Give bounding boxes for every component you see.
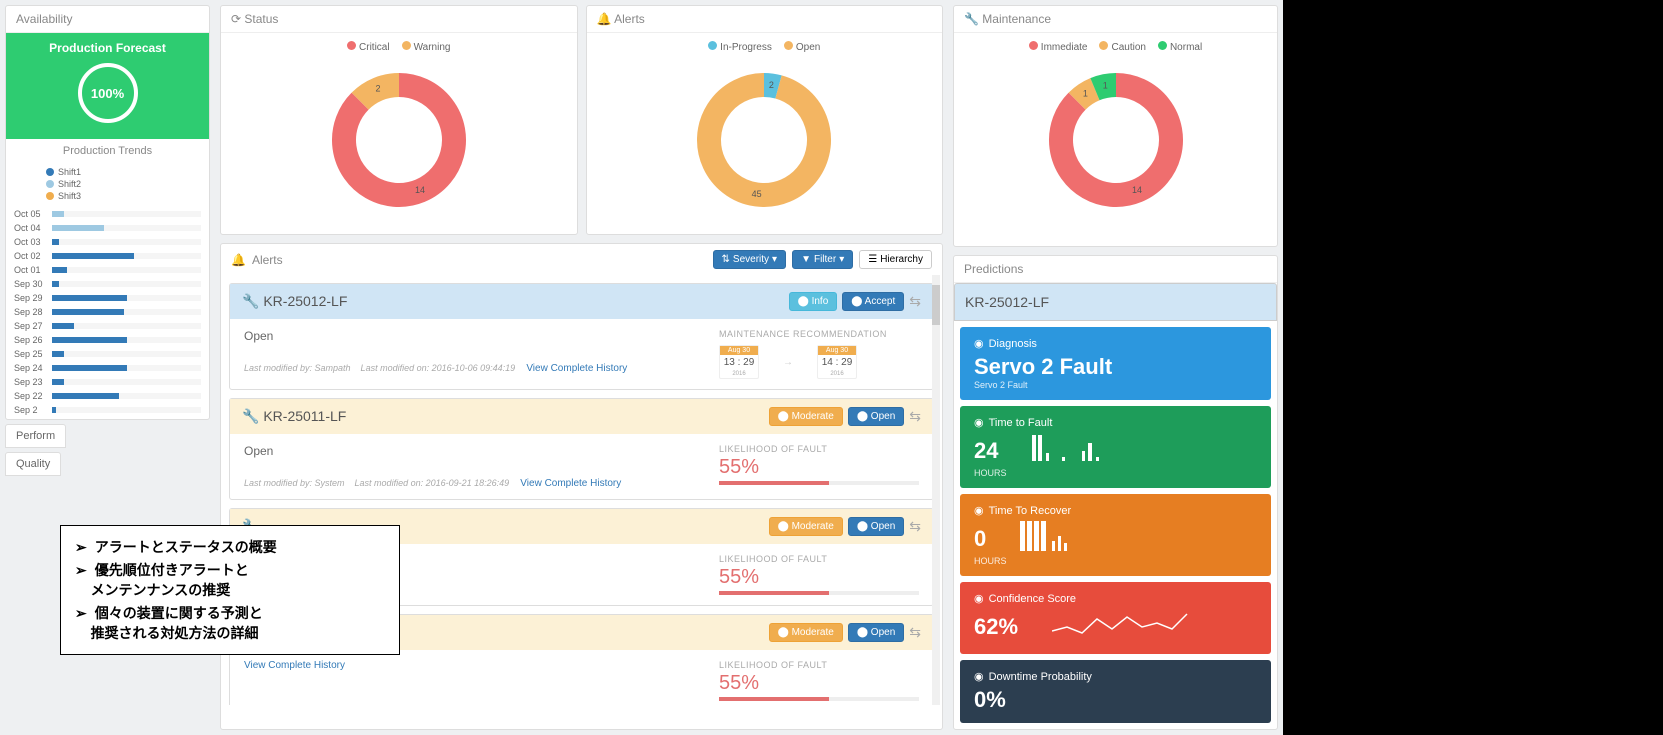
status-panel: ⟳ Status CriticalWarning 14 2: [220, 5, 578, 235]
trend-row: Sep 23: [14, 375, 201, 389]
badge-moderate[interactable]: ⬤ Moderate: [769, 623, 843, 642]
svg-text:14: 14: [1132, 185, 1142, 195]
alert-card: 🔧 KR-25011-LF ⬤ Moderate⬤ Open⇆ OpenLast…: [229, 398, 934, 500]
forecast-ring: 100%: [78, 63, 138, 123]
prediction-card-confidence-score: ◉ Confidence Score 62%: [960, 582, 1271, 654]
production-forecast-card: Production Forecast 100%: [6, 33, 209, 139]
wrench-icon: 🔧: [242, 408, 259, 424]
hierarchy-button[interactable]: ☰ Hierarchy: [859, 250, 932, 269]
trend-row: Sep 26: [14, 333, 201, 347]
wrench-icon: 🔧: [242, 293, 259, 309]
prediction-card-downtime-probability: ◉ Downtime Probability 0%: [960, 660, 1271, 723]
badge-accept[interactable]: ⬤ Accept: [842, 292, 904, 311]
trend-row: Oct 05: [14, 207, 201, 221]
predictions-asset: KR-25012-LF: [954, 283, 1277, 321]
donut-chart: 14 2: [221, 61, 577, 219]
predictions-title: Predictions: [954, 256, 1277, 283]
svg-text:2: 2: [769, 80, 774, 90]
donut-chart: 14 1 1: [954, 61, 1277, 219]
trend-row: Sep 22: [14, 389, 201, 403]
trends-title: Production Trends: [6, 139, 209, 163]
badge-open[interactable]: ⬤ Open: [848, 407, 904, 426]
badge-moderate[interactable]: ⬤ Moderate: [769, 407, 843, 426]
card-icon: ◉: [974, 337, 984, 350]
quality-tab[interactable]: Quality: [5, 452, 61, 476]
time-card: Aug 3013 : 292016: [719, 345, 759, 379]
donut-legend: In-ProgressOpen: [587, 33, 943, 61]
svg-text:14: 14: [415, 185, 425, 195]
history-link[interactable]: View Complete History: [244, 660, 345, 671]
maintenance-title: 🔧 Maintenance: [954, 6, 1277, 33]
alerts-panel: 🔔 Alerts In-ProgressOpen 2 45: [586, 5, 944, 235]
badge-moderate[interactable]: ⬤ Moderate: [769, 517, 843, 536]
trend-row: Sep 2: [14, 403, 201, 417]
alert-card: 🔧 KR-25012-LF ⬤ Info⬤ Accept⇆ OpenLast m…: [229, 283, 934, 390]
svg-text:45: 45: [752, 189, 762, 199]
alerts-title: 🔔 Alerts: [587, 6, 943, 33]
badge-info[interactable]: ⬤ Info: [789, 292, 838, 311]
svg-text:1: 1: [1102, 80, 1107, 90]
trend-row: Oct 04: [14, 221, 201, 235]
trends-legend: Shift1 Shift2 Shift3: [6, 163, 209, 205]
performance-tab[interactable]: Perform: [5, 424, 66, 448]
trend-row: Oct 03: [14, 235, 201, 249]
trends-rows: Oct 05Oct 04Oct 03Oct 02Oct 01Sep 30Sep …: [6, 205, 209, 419]
status-title: ⟳ Status: [221, 6, 577, 33]
share-icon[interactable]: ⇆: [909, 518, 921, 535]
black-area: [1283, 0, 1663, 735]
card-icon: ◉: [974, 592, 984, 605]
card-icon: ◉: [974, 416, 984, 429]
time-card: Aug 3014 : 292016: [817, 345, 857, 379]
donut-legend: CriticalWarning: [221, 33, 577, 61]
badge-open[interactable]: ⬤ Open: [848, 623, 904, 642]
trend-row: Sep 27: [14, 319, 201, 333]
prediction-card-time-to-fault: ◉ Time to Fault 24 HOURS: [960, 406, 1271, 488]
scrollbar[interactable]: [932, 275, 940, 705]
legend-item: Shift2: [46, 179, 169, 189]
trend-row: Sep 24: [14, 361, 201, 375]
card-icon: ◉: [974, 670, 984, 683]
forecast-title: Production Forecast: [14, 41, 201, 55]
history-link[interactable]: View Complete History: [520, 478, 621, 489]
alert-header[interactable]: 🔧 KR-25011-LF ⬤ Moderate⬤ Open⇆: [230, 399, 933, 434]
share-icon[interactable]: ⇆: [909, 624, 921, 641]
bell-icon: 🔔: [231, 253, 246, 267]
donut-chart: 2 45: [587, 61, 943, 219]
annotation-overlay: アラートとステータスの概要 優先順位付きアラートと メンテンナンスの推奨 個々の…: [60, 525, 400, 655]
alert-header[interactable]: 🔧 KR-25012-LF ⬤ Info⬤ Accept⇆: [230, 284, 933, 319]
svg-text:1: 1: [1082, 89, 1087, 99]
availability-title: Availability: [6, 6, 209, 33]
prediction-card-diagnosis: ◉ Diagnosis Servo 2 Fault Servo 2 Fault: [960, 327, 1271, 400]
donut-legend: ImmediateCautionNormal: [954, 33, 1277, 61]
trend-row: Oct 02: [14, 249, 201, 263]
prediction-card-time-to-recover: ◉ Time To Recover 0 HOURS: [960, 494, 1271, 576]
share-icon[interactable]: ⇆: [909, 408, 921, 425]
filter-button[interactable]: ▼ Filter ▾: [792, 250, 853, 269]
legend-item: Shift3: [46, 191, 169, 201]
history-link[interactable]: View Complete History: [526, 363, 627, 374]
maintenance-panel: 🔧 Maintenance ImmediateCautionNormal 141…: [953, 5, 1278, 247]
svg-text:2: 2: [375, 84, 380, 94]
trend-row: Sep 28: [14, 305, 201, 319]
alerts-list-title: Alerts: [252, 253, 283, 267]
share-icon[interactable]: ⇆: [909, 293, 921, 310]
trend-row: Sep 25: [14, 347, 201, 361]
trend-row: Sep 29: [14, 291, 201, 305]
severity-sort-button[interactable]: ⇅ Severity ▾: [713, 250, 787, 269]
badge-open[interactable]: ⬤ Open: [848, 517, 904, 536]
trend-row: Oct 01: [14, 263, 201, 277]
trend-row: Sep 30: [14, 277, 201, 291]
card-icon: ◉: [974, 504, 984, 517]
legend-item: Shift1: [46, 167, 169, 177]
